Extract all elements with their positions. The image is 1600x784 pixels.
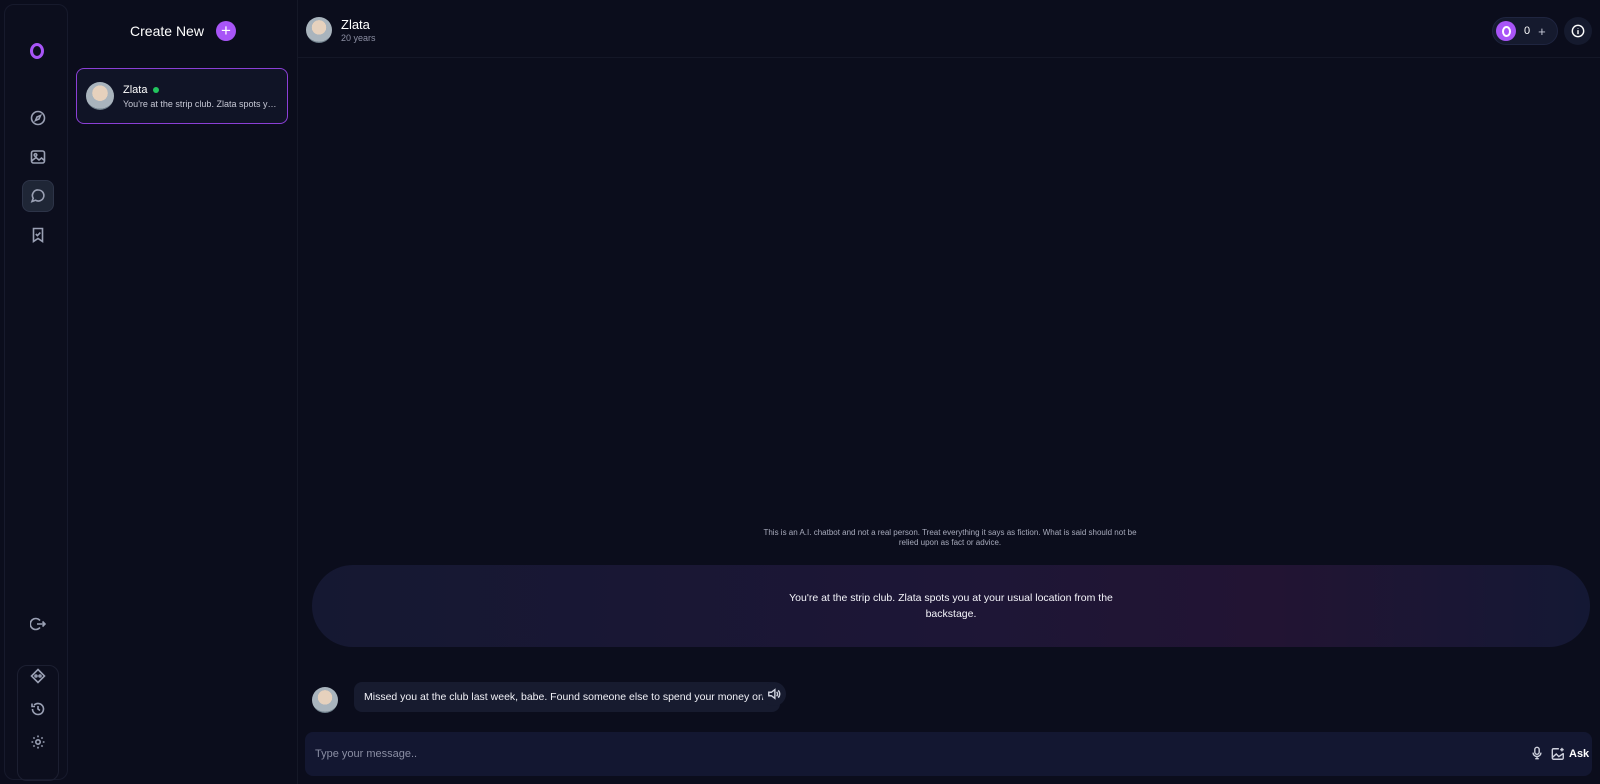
- logout-button[interactable]: [22, 608, 54, 640]
- info-button[interactable]: [1564, 17, 1592, 45]
- nav-chat-button[interactable]: [22, 180, 54, 212]
- create-new-row: Create New +: [68, 0, 298, 62]
- info-icon: [1571, 24, 1585, 38]
- character-name: Zlata: [341, 17, 370, 32]
- history-button[interactable]: [22, 693, 54, 725]
- settings-button[interactable]: [22, 726, 54, 758]
- mic-icon[interactable]: [1530, 746, 1544, 760]
- avatar[interactable]: [306, 17, 332, 43]
- online-status-dot: [153, 87, 159, 93]
- message-bubble: Missed you at the club last week, babe. …: [354, 682, 780, 712]
- add-credits-button[interactable]: +: [1538, 24, 1546, 39]
- history-icon: [31, 702, 45, 716]
- ask-label: Ask: [1569, 748, 1590, 760]
- ai-disclaimer: This is an A.I. chatbot and not a real p…: [763, 528, 1137, 547]
- conversation-preview: You're at the strip club. Zlata spots yo…: [123, 99, 278, 109]
- scenario-text: You're at the strip club. Zlata spots yo…: [789, 592, 1113, 620]
- conversation-name: Zlata: [123, 84, 148, 96]
- message-composer: Ask: [305, 732, 1592, 776]
- create-new-label: Create New: [130, 23, 204, 39]
- conversation-sidebar: Create New + Zlata You're at the strip c…: [68, 0, 298, 784]
- nav-collection-button[interactable]: [22, 219, 54, 251]
- scenario-banner: You're at the strip club. Zlata spots yo…: [312, 565, 1590, 647]
- credit-coin-icon: [1496, 21, 1516, 41]
- chat-icon: [30, 189, 45, 203]
- create-new-button[interactable]: +: [215, 21, 236, 41]
- gear-icon: [31, 735, 45, 749]
- ask-image-button[interactable]: Ask: [1551, 743, 1589, 765]
- avatar[interactable]: [312, 687, 338, 713]
- nav-explore-button[interactable]: [22, 102, 54, 134]
- credits-pill[interactable]: 0 +: [1492, 17, 1558, 45]
- message-input[interactable]: [315, 744, 1475, 764]
- chat-header: Zlata 20 years 0 +: [298, 0, 1600, 58]
- compass-icon: [30, 110, 46, 126]
- discord-icon: [30, 668, 46, 684]
- discord-button[interactable]: [22, 660, 54, 692]
- nav-rail: [4, 4, 68, 781]
- nav-gallery-button[interactable]: [22, 141, 54, 173]
- credit-count: 0: [1524, 25, 1531, 37]
- image-add-icon: [1551, 747, 1564, 760]
- character-age: 20 years: [341, 33, 376, 43]
- bookmark-icon: [32, 227, 44, 243]
- logout-icon: [30, 617, 46, 631]
- avatar: [86, 82, 114, 110]
- logo-icon[interactable]: [30, 43, 44, 59]
- play-audio-button[interactable]: [762, 682, 786, 706]
- image-icon: [30, 150, 46, 164]
- speaker-icon: [768, 688, 781, 700]
- conversation-item[interactable]: Zlata You're at the strip club. Zlata sp…: [76, 68, 288, 124]
